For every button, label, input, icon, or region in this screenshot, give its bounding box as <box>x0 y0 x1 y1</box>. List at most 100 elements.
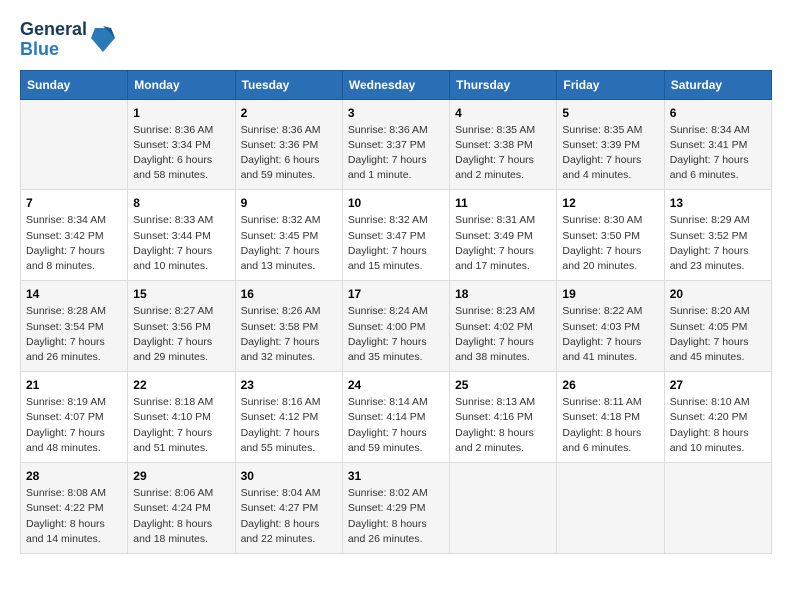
day-info: Sunrise: 8:34 AMSunset: 3:42 PMDaylight:… <box>26 213 122 274</box>
day-cell <box>557 463 664 554</box>
day-info: Sunrise: 8:31 AMSunset: 3:49 PMDaylight:… <box>455 213 551 274</box>
day-info: Sunrise: 8:26 AMSunset: 3:58 PMDaylight:… <box>241 304 337 365</box>
day-info: Sunrise: 8:16 AMSunset: 4:12 PMDaylight:… <box>241 395 337 456</box>
day-cell: 29 Sunrise: 8:06 AMSunset: 4:24 PMDayligh… <box>128 463 235 554</box>
day-number: 15 <box>133 287 229 301</box>
day-number: 27 <box>670 378 766 392</box>
day-info: Sunrise: 8:08 AMSunset: 4:22 PMDaylight:… <box>26 486 122 547</box>
day-info: Sunrise: 8:36 AMSunset: 3:34 PMDaylight:… <box>133 123 229 184</box>
day-number: 1 <box>133 106 229 120</box>
day-info: Sunrise: 8:18 AMSunset: 4:10 PMDaylight:… <box>133 395 229 456</box>
day-number: 30 <box>241 469 337 483</box>
day-number: 3 <box>348 106 444 120</box>
logo-general: General <box>20 20 87 40</box>
day-number: 19 <box>562 287 658 301</box>
day-cell: 14 Sunrise: 8:28 AMSunset: 3:54 PMDayligh… <box>21 281 128 372</box>
day-cell: 3Sunrise: 8:36 AMSunset: 3:37 PMDaylight… <box>342 99 449 190</box>
day-number: 16 <box>241 287 337 301</box>
day-number: 7 <box>26 196 122 210</box>
day-cell: 25 Sunrise: 8:13 AMSunset: 4:16 PMDayligh… <box>450 372 557 463</box>
day-info: Sunrise: 8:27 AMSunset: 3:56 PMDaylight:… <box>133 304 229 365</box>
day-info: Sunrise: 8:35 AMSunset: 3:38 PMDaylight:… <box>455 123 551 184</box>
day-info: Sunrise: 8:14 AMSunset: 4:14 PMDaylight:… <box>348 395 444 456</box>
day-number: 8 <box>133 196 229 210</box>
day-number: 22 <box>133 378 229 392</box>
day-number: 26 <box>562 378 658 392</box>
header-saturday: Saturday <box>664 70 771 99</box>
calendar-table: SundayMondayTuesdayWednesdayThursdayFrid… <box>20 70 772 554</box>
day-cell: 7 Sunrise: 8:34 AMSunset: 3:42 PMDaylight… <box>21 190 128 281</box>
day-cell: 21Sunrise: 8:19 AMSunset: 4:07 PMDayligh… <box>21 372 128 463</box>
day-cell: 22 Sunrise: 8:18 AMSunset: 4:10 PMDayligh… <box>128 372 235 463</box>
day-info: Sunrise: 8:24 AMSunset: 4:00 PMDaylight:… <box>348 304 444 365</box>
day-number: 14 <box>26 287 122 301</box>
day-cell: 27 Sunrise: 8:10 AMSunset: 4:20 PMDayligh… <box>664 372 771 463</box>
day-info: Sunrise: 8:11 AMSunset: 4:18 PMDaylight:… <box>562 395 658 456</box>
day-cell: 18 Sunrise: 8:23 AMSunset: 4:02 PMDayligh… <box>450 281 557 372</box>
day-number: 20 <box>670 287 766 301</box>
day-cell: 19 Sunrise: 8:22 AMSunset: 4:03 PMDayligh… <box>557 281 664 372</box>
day-info: Sunrise: 8:22 AMSunset: 4:03 PMDaylight:… <box>562 304 658 365</box>
day-cell: 9 Sunrise: 8:32 AMSunset: 3:45 PMDaylight… <box>235 190 342 281</box>
day-info: Sunrise: 8:28 AMSunset: 3:54 PMDaylight:… <box>26 304 122 365</box>
day-cell: 11 Sunrise: 8:31 AMSunset: 3:49 PMDayligh… <box>450 190 557 281</box>
day-cell: 10Sunrise: 8:32 AMSunset: 3:47 PMDayligh… <box>342 190 449 281</box>
day-number: 12 <box>562 196 658 210</box>
day-number: 6 <box>670 106 766 120</box>
day-number: 25 <box>455 378 551 392</box>
day-cell: 6 Sunrise: 8:34 AMSunset: 3:41 PMDaylight… <box>664 99 771 190</box>
day-info: Sunrise: 8:19 AMSunset: 4:07 PMDaylight:… <box>26 395 122 456</box>
day-cell: 20 Sunrise: 8:20 AMSunset: 4:05 PMDayligh… <box>664 281 771 372</box>
day-number: 4 <box>455 106 551 120</box>
day-info: Sunrise: 8:04 AMSunset: 4:27 PMDaylight:… <box>241 486 337 547</box>
day-info: Sunrise: 8:20 AMSunset: 4:05 PMDaylight:… <box>670 304 766 365</box>
header-monday: Monday <box>128 70 235 99</box>
day-cell <box>450 463 557 554</box>
day-number: 31 <box>348 469 444 483</box>
day-cell <box>21 99 128 190</box>
day-number: 23 <box>241 378 337 392</box>
day-info: Sunrise: 8:23 AMSunset: 4:02 PMDaylight:… <box>455 304 551 365</box>
week-row-3: 14 Sunrise: 8:28 AMSunset: 3:54 PMDayligh… <box>21 281 772 372</box>
day-cell: 16 Sunrise: 8:26 AMSunset: 3:58 PMDayligh… <box>235 281 342 372</box>
day-cell: 1 Sunrise: 8:36 AMSunset: 3:34 PMDaylight… <box>128 99 235 190</box>
day-info: Sunrise: 8:36 AMSunset: 3:36 PMDaylight:… <box>241 123 337 184</box>
header-friday: Friday <box>557 70 664 99</box>
day-cell: 28Sunrise: 8:08 AMSunset: 4:22 PMDayligh… <box>21 463 128 554</box>
day-number: 2 <box>241 106 337 120</box>
day-info: Sunrise: 8:13 AMSunset: 4:16 PMDaylight:… <box>455 395 551 456</box>
day-cell: 31Sunrise: 8:02 AMSunset: 4:29 PMDayligh… <box>342 463 449 554</box>
day-cell: 26 Sunrise: 8:11 AMSunset: 4:18 PMDayligh… <box>557 372 664 463</box>
day-info: Sunrise: 8:35 AMSunset: 3:39 PMDaylight:… <box>562 123 658 184</box>
day-number: 11 <box>455 196 551 210</box>
header-sunday: Sunday <box>21 70 128 99</box>
day-number: 17 <box>348 287 444 301</box>
day-cell: 2 Sunrise: 8:36 AMSunset: 3:36 PMDaylight… <box>235 99 342 190</box>
day-number: 5 <box>562 106 658 120</box>
week-row-4: 21Sunrise: 8:19 AMSunset: 4:07 PMDayligh… <box>21 372 772 463</box>
day-cell: 23 Sunrise: 8:16 AMSunset: 4:12 PMDayligh… <box>235 372 342 463</box>
page-header: General Blue <box>20 20 772 60</box>
day-info: Sunrise: 8:33 AMSunset: 3:44 PMDaylight:… <box>133 213 229 274</box>
day-number: 29 <box>133 469 229 483</box>
day-cell: 24 Sunrise: 8:14 AMSunset: 4:14 PMDayligh… <box>342 372 449 463</box>
day-cell <box>664 463 771 554</box>
day-cell: 12 Sunrise: 8:30 AMSunset: 3:50 PMDayligh… <box>557 190 664 281</box>
day-number: 9 <box>241 196 337 210</box>
day-info: Sunrise: 8:34 AMSunset: 3:41 PMDaylight:… <box>670 123 766 184</box>
header-thursday: Thursday <box>450 70 557 99</box>
day-number: 13 <box>670 196 766 210</box>
week-row-5: 28Sunrise: 8:08 AMSunset: 4:22 PMDayligh… <box>21 463 772 554</box>
day-info: Sunrise: 8:29 AMSunset: 3:52 PMDaylight:… <box>670 213 766 274</box>
logo-icon <box>91 24 115 52</box>
day-cell: 8 Sunrise: 8:33 AMSunset: 3:44 PMDaylight… <box>128 190 235 281</box>
day-number: 18 <box>455 287 551 301</box>
day-info: Sunrise: 8:30 AMSunset: 3:50 PMDaylight:… <box>562 213 658 274</box>
logo-blue: Blue <box>20 40 87 60</box>
week-row-2: 7 Sunrise: 8:34 AMSunset: 3:42 PMDaylight… <box>21 190 772 281</box>
logo: General Blue <box>20 20 115 60</box>
day-info: Sunrise: 8:10 AMSunset: 4:20 PMDaylight:… <box>670 395 766 456</box>
day-number: 24 <box>348 378 444 392</box>
day-info: Sunrise: 8:06 AMSunset: 4:24 PMDaylight:… <box>133 486 229 547</box>
day-info: Sunrise: 8:32 AMSunset: 3:45 PMDaylight:… <box>241 213 337 274</box>
